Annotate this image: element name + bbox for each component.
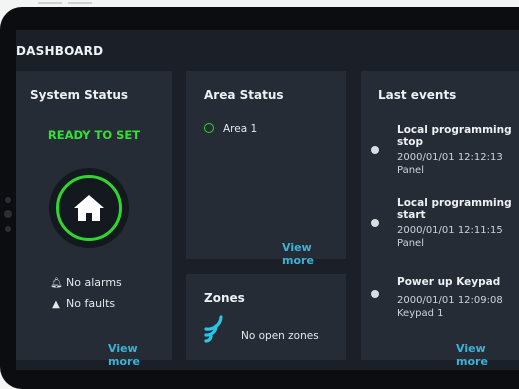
faults-status: ▲ No faults [50,297,115,310]
alarms-status: 🔔︎ No alarms [50,276,122,289]
home-icon [74,195,104,221]
area-item[interactable]: Area 1 [204,123,257,135]
event-item[interactable]: Power up Keypad 2000/01/01 12:09:08 Keyp… [371,276,519,332]
event-title: Local programming start [397,197,512,221]
wireless-zones-icon [204,315,223,343]
warning-icon: ▲ [52,299,60,310]
event-source: Panel [397,238,424,249]
bell-icon: 🔔︎ [50,278,63,289]
home-status-indicator[interactable] [49,168,129,248]
last-events-view-more-link[interactable]: View more [456,342,519,368]
top-edge-mark [38,2,62,4]
event-date: 2000/01/01 12:12:13 [397,152,503,163]
zones-status-text: No open zones [241,330,319,342]
top-edge-mark [68,2,92,4]
area-label: Area 1 [223,123,258,135]
area-status-panel: Area Status Area 1 View more [186,71,346,267]
area-status-dot-icon [204,123,214,133]
event-bullet [371,146,379,154]
event-title: Local programming stop [397,124,512,148]
system-status-title: System Status [30,88,129,102]
last-events-title: Last events [378,88,457,102]
side-sensor [5,226,11,232]
area-status-view-more-link[interactable]: View more [282,241,346,267]
event-bullet [371,219,379,227]
system-status-panel: System Status READY TO SET 🔔︎ No alarms ▲… [16,71,172,368]
faults-text: No faults [66,297,116,310]
system-state-label: READY TO SET [47,128,141,142]
event-source: Panel [397,165,424,176]
event-item[interactable]: Local programming stop 2000/01/01 12:12:… [371,124,519,180]
event-source: Keypad 1 [397,308,444,319]
event-date: 2000/01/01 12:11:15 [397,225,503,236]
status-ring [56,175,122,241]
last-events-panel: Last events Local programming stop 2000/… [361,71,519,368]
event-date: 2000/01/01 12:09:08 [397,295,503,306]
event-title: Power up Keypad [397,276,501,288]
zones-title: Zones [204,291,245,305]
dashboard-screen: DASHBOARD System Status READY TO SET 🔔︎ N… [16,30,519,370]
tablet-frame: DASHBOARD System Status READY TO SET 🔔︎ N… [0,7,519,389]
area-status-title: Area Status [204,88,284,102]
event-bullet [371,290,379,298]
device-top-edge [0,0,519,7]
event-item[interactable]: Local programming start 2000/01/01 12:11… [371,197,519,253]
system-status-view-more-link[interactable]: View more [108,342,172,368]
camera [4,210,12,218]
alarms-text: No alarms [66,276,122,289]
page-title: DASHBOARD [16,44,104,58]
side-sensor [5,197,11,203]
zones-panel: Zones No open zones [186,274,346,360]
